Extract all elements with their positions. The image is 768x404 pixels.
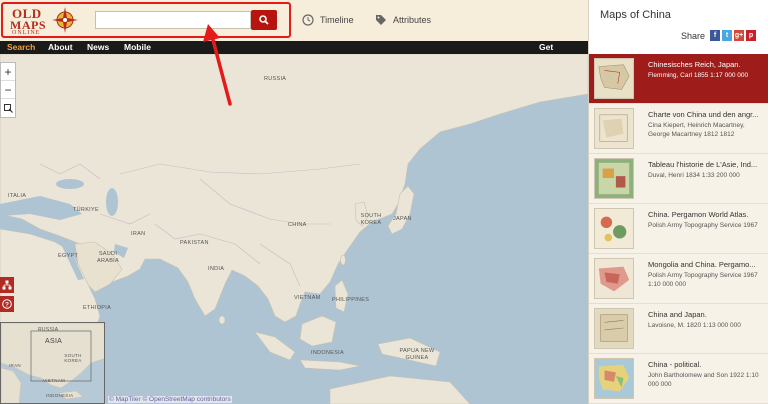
- inset-label-russia: RUSSIA: [38, 327, 59, 333]
- map-result-meta: Lavoisne, M. 1820 1:13 000 000: [648, 322, 741, 329]
- map-label-italia: ITALIA: [8, 193, 27, 199]
- map-result-item[interactable]: Tableau l'historie de L'Asie, Ind... Duv…: [589, 154, 768, 204]
- map-thumbnail: [594, 58, 634, 99]
- timeline-label: Timeline: [320, 15, 354, 25]
- map-thumbnail: [594, 358, 634, 399]
- nav-about[interactable]: About: [48, 42, 73, 52]
- results-header: Maps of China Share f t g+ p: [589, 0, 768, 54]
- map-results-list: Chinesisches Reich, Japan. Flemming, Car…: [589, 54, 768, 404]
- facebook-icon[interactable]: f: [710, 30, 721, 41]
- google-plus-icon[interactable]: g+: [734, 30, 745, 41]
- box-zoom-button[interactable]: [1, 99, 15, 117]
- map-result-meta: Flemming, Carl 1855 1:17 000 000: [648, 72, 749, 79]
- nav-mobile[interactable]: Mobile: [124, 42, 151, 52]
- results-panel: Maps of China Share f t g+ p Chinesische…: [588, 0, 768, 404]
- map-result-meta: John Bartholomew and Son 1922 1:10 000 0…: [648, 372, 759, 388]
- timeline-link[interactable]: Timeline: [302, 14, 354, 26]
- map-label-india: INDIA: [208, 266, 225, 272]
- map-label-russia: RUSSIA: [264, 76, 287, 82]
- map-thumbnail: [594, 208, 634, 249]
- help-icon: ?: [2, 299, 12, 309]
- help-tool-button[interactable]: ?: [0, 296, 14, 312]
- map-label-south-korea: SOUTH KOREA: [360, 213, 382, 226]
- main-nav: Search About News Mobile Get involved: [0, 41, 588, 62]
- inset-label-iran: IRAN: [9, 363, 21, 368]
- map-result-title: China. Pergamon World Atlas.: [648, 210, 749, 219]
- tags-icon: [376, 15, 386, 25]
- map-label-japan: JAPAN: [393, 216, 412, 222]
- map-attribution[interactable]: © MapTiler © OpenStreetMap contributors: [108, 396, 232, 403]
- map-label-ethiopia: ETHIOPIA: [83, 305, 112, 311]
- hierarchy-tool-button[interactable]: [0, 277, 14, 293]
- attributes-label: Attributes: [393, 15, 432, 25]
- map-label-vietnam: VIETNAM: [294, 295, 321, 301]
- map-thumbnail: [594, 108, 634, 149]
- hierarchy-icon: [2, 280, 12, 290]
- map-label-saudi-arabia: SAUDI ARABIA: [97, 251, 119, 264]
- clock-icon: [302, 14, 314, 26]
- annotation-arrow: [203, 24, 232, 106]
- map-result-item[interactable]: Chinesisches Reich, Japan. Flemming, Car…: [589, 54, 768, 104]
- nav-news[interactable]: News: [87, 42, 109, 52]
- svg-text:?: ?: [5, 301, 9, 308]
- map-label-papua-new-guinea: PAPUA NEW GUINEA: [399, 348, 435, 361]
- results-title-place: China: [642, 9, 671, 21]
- map-result-meta: Polish Army Topography Service 1967 1:10…: [648, 272, 758, 288]
- twitter-icon[interactable]: t: [722, 30, 733, 41]
- overview-minimap[interactable]: RUSSIA ASIA SOUTH KOREA IRAN VIETNAM IND…: [0, 322, 105, 404]
- zoom-in-button[interactable]: +: [1, 63, 15, 81]
- map-label-pakistan: PAKISTAN: [180, 240, 209, 246]
- inset-label-asia: ASIA: [45, 338, 63, 345]
- map-result-title: Chinesisches Reich, Japan.: [648, 60, 741, 69]
- share-bar: Share f t g+ p: [681, 30, 757, 41]
- map-result-meta: Cina Kiepert, Heinrich Macartney, George…: [648, 122, 745, 138]
- map-result-meta: Duval, Henri 1834 1:33 200 000: [648, 172, 740, 179]
- map-thumbnail: [594, 158, 634, 199]
- box-zoom-icon: [3, 103, 13, 113]
- map-label-china: CHINA: [288, 222, 307, 228]
- map-result-title: China and Japan.: [648, 310, 707, 319]
- map-label-indonesia: INDONESIA: [311, 350, 344, 356]
- map-result-item[interactable]: Charte von China und den angr... Cina Ki…: [589, 104, 768, 154]
- inset-label-vietnam: VIETNAM: [43, 378, 66, 383]
- pinterest-icon[interactable]: p: [746, 30, 757, 41]
- map-result-title: Mongolia and China. Pergamo...: [648, 260, 756, 269]
- map-result-item[interactable]: China. Pergamon World Atlas. Polish Army…: [589, 204, 768, 254]
- map-thumbnail: [594, 308, 634, 349]
- map-label-iran: IRAN: [131, 231, 146, 237]
- inset-label-south-korea: SOUTH KOREA: [64, 353, 82, 363]
- map-result-title: Tableau l'historie de L'Asie, Ind...: [648, 160, 758, 169]
- map-label-philippines: PHILIPPINES: [332, 297, 370, 303]
- results-title-prefix: Maps of: [600, 9, 643, 21]
- map-result-item[interactable]: Mongolia and China. Pergamo... Polish Ar…: [589, 254, 768, 304]
- map-thumbnail: [594, 258, 634, 299]
- map-result-meta: Polish Army Topography Service 1967: [648, 222, 758, 229]
- annotation-highlight-box: [1, 2, 291, 38]
- map-result-title: China - political.: [648, 360, 702, 369]
- map-result-title: Charte von China und den angr...: [648, 110, 759, 119]
- inset-label-indonesia: INDONESIA: [46, 393, 74, 398]
- map-result-item[interactable]: China - political. John Bartholomew and …: [589, 354, 768, 404]
- map-label-egypt: EGYPT: [58, 253, 79, 259]
- map-label-turkiye: TÜRKIYE: [73, 207, 99, 213]
- share-label: Share: [681, 30, 706, 41]
- map-result-item[interactable]: China and Japan. Lavoisne, M. 1820 1:13 …: [589, 304, 768, 354]
- attributes-link[interactable]: Attributes: [375, 14, 431, 26]
- results-title: Maps of China: [600, 9, 671, 21]
- zoom-control: + −: [0, 62, 16, 118]
- zoom-out-button[interactable]: −: [1, 81, 15, 99]
- nav-search[interactable]: Search: [7, 42, 35, 52]
